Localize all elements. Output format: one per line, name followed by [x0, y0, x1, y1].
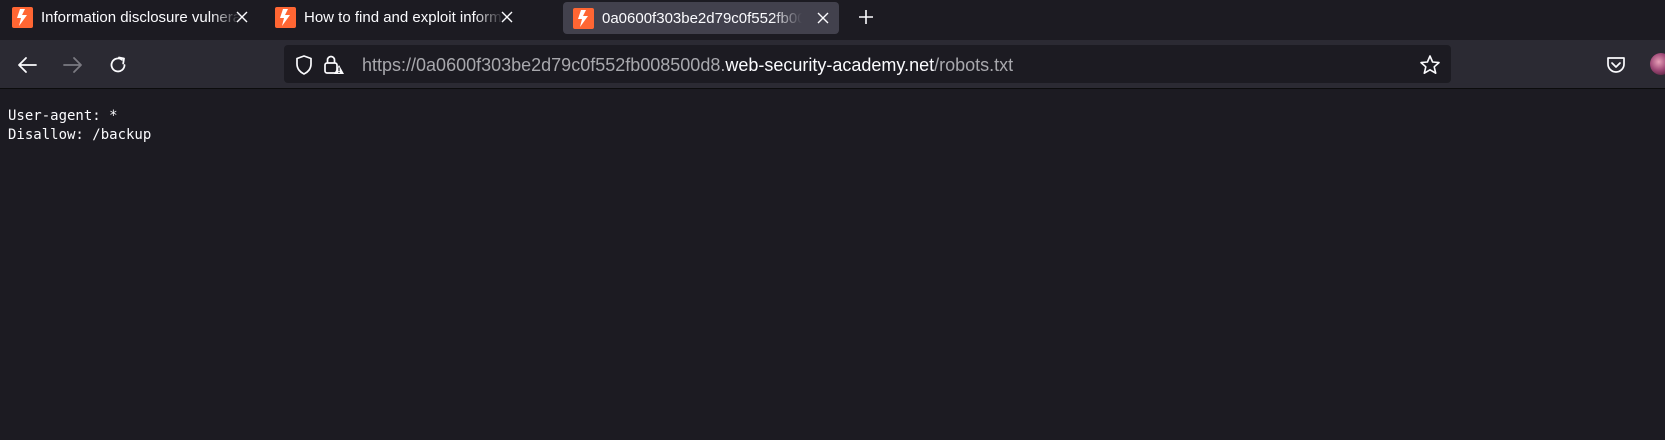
tab-close-icon[interactable]	[815, 10, 831, 26]
navigation-toolbar: https://0a0600f303be2d79c0f552fb008500d8…	[0, 40, 1665, 89]
pocket-icon	[1607, 57, 1625, 73]
tab-close-icon[interactable]	[499, 9, 515, 25]
reload-button[interactable]	[102, 49, 134, 81]
tab-title: Information disclosure vulnerabilities	[41, 8, 241, 26]
page-content: User-agent: * Disallow: /backup	[0, 90, 1665, 440]
pocket-button[interactable]	[1602, 52, 1630, 78]
insecure-lock-icon[interactable]	[323, 54, 345, 76]
url-host: web-security-academy.net	[725, 55, 935, 75]
reload-icon	[110, 56, 126, 73]
extension-avatar-icon[interactable]	[1650, 53, 1665, 75]
back-button[interactable]	[11, 49, 43, 81]
tab-robots-txt[interactable]: 0a0600f303be2d79c0f552fb008500d8.web-sec…	[563, 2, 839, 34]
tab-title: 0a0600f303be2d79c0f552fb008500d8.web-sec…	[602, 9, 802, 27]
url-path: /robots.txt	[934, 55, 1014, 75]
tab-strip: Information disclosure vulnerabilities H…	[0, 0, 1665, 40]
tab-title: How to find and exploit information disc…	[304, 8, 504, 26]
bookmark-button[interactable]	[1417, 52, 1443, 78]
robots-txt-text: User-agent: * Disallow: /backup	[8, 107, 151, 145]
portswigger-logo-icon	[573, 7, 594, 29]
robots-line-user-agent: User-agent: *	[8, 108, 118, 124]
bookmark-star-icon	[1420, 55, 1440, 74]
tab-close-icon[interactable]	[234, 9, 250, 25]
url-bar[interactable]: https://0a0600f303be2d79c0f552fb008500d8…	[284, 45, 1451, 83]
portswigger-logo-icon	[275, 6, 296, 28]
url-subdomain: 0a0600f303be2d79c0f552fb008500d8.	[416, 55, 726, 75]
back-arrow-icon	[18, 57, 37, 73]
url-text[interactable]: https://0a0600f303be2d79c0f552fb008500d8…	[362, 54, 1013, 76]
forward-button[interactable]	[57, 49, 89, 81]
plus-icon	[859, 10, 873, 24]
tab-how-to-find[interactable]: How to find and exploit information disc…	[265, 0, 523, 34]
tab-information-disclosure[interactable]: Information disclosure vulnerabilities	[2, 0, 258, 34]
new-tab-button[interactable]	[853, 4, 879, 30]
url-scheme: https://	[362, 55, 417, 75]
forward-arrow-icon	[63, 57, 82, 73]
tracking-protection-shield-icon[interactable]	[293, 54, 315, 76]
portswigger-logo-icon	[12, 6, 33, 28]
robots-line-disallow: Disallow: /backup	[8, 127, 152, 143]
